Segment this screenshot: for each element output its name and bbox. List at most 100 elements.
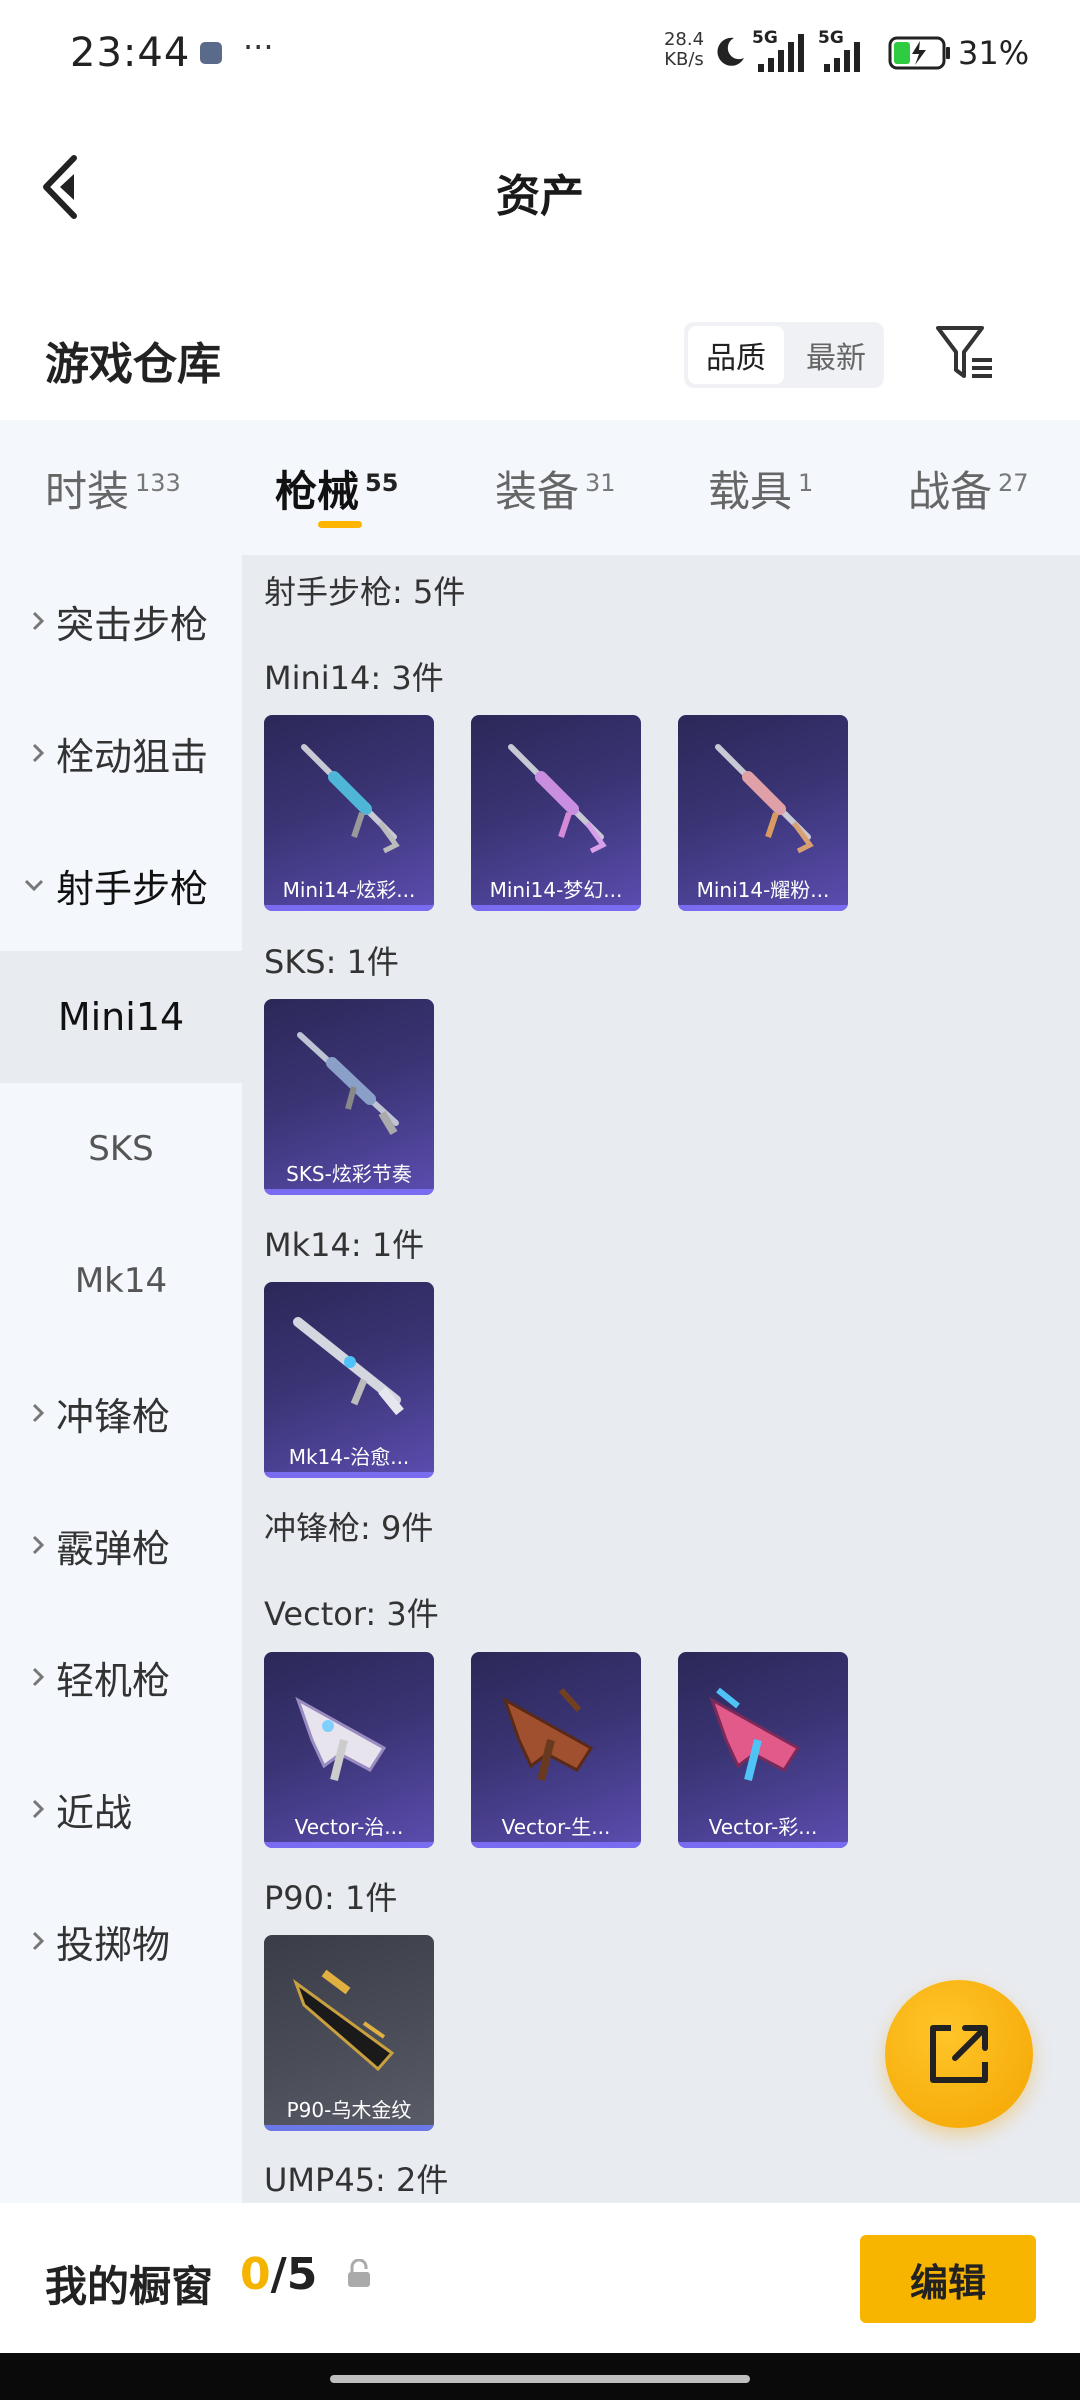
chevron-right-icon: [0, 609, 56, 633]
sidebar-item-label: 近战: [56, 1790, 133, 1835]
section-subheader: Vector: 3件: [264, 1595, 439, 1633]
app-notification-icon: [200, 42, 222, 64]
rarity-strip: [264, 1842, 434, 1848]
section-subheader: SKS: 1件: [264, 943, 399, 981]
rarity-strip: [264, 2125, 434, 2131]
rarity-strip: [264, 905, 434, 911]
item-card[interactable]: Vector-生...: [471, 1652, 641, 1848]
tab-label: 战备: [908, 467, 993, 516]
status-bar: 23:44 ··· 28.4 KB/s 5G 5G 31%: [0, 0, 1080, 110]
item-card[interactable]: Vector-彩...: [678, 1652, 848, 1848]
bottom-bar: 我的橱窗 0/5 编辑: [0, 2203, 1080, 2353]
rarity-strip: [678, 905, 848, 911]
page-header: 资产: [0, 110, 1080, 270]
category-tabs: 时装 133 枪械 55 装备 31 载具 1 战备 27: [0, 420, 1080, 555]
tab-vehicles[interactable]: 载具 1: [708, 458, 813, 519]
filter-icon[interactable]: [932, 318, 996, 388]
battery-charging-icon: [888, 36, 950, 70]
item-card[interactable]: Mini14-耀粉...: [678, 715, 848, 911]
item-card[interactable]: Mk14-治愈...: [264, 1282, 434, 1478]
lock-icon: [348, 2259, 370, 2287]
sidebar-item-bolt-sniper[interactable]: 栓动狙击: [0, 687, 242, 819]
sidebar-item-assault-rifle[interactable]: 突击步枪: [0, 555, 242, 687]
item-name: Mk14-治愈...: [288, 1445, 410, 1469]
tab-count: 27: [998, 469, 1029, 497]
share-icon: [930, 2025, 988, 2083]
chevron-right-icon: [0, 741, 56, 765]
window-count-current: 0: [240, 2249, 271, 2300]
tab-combat-prep[interactable]: 战备 27: [908, 458, 1029, 519]
my-window-label: 我的橱窗: [45, 2262, 214, 2311]
rarity-strip: [678, 1842, 848, 1848]
edit-button[interactable]: 编辑: [860, 2235, 1036, 2323]
section-subheader: P90: 1件: [264, 1879, 398, 1917]
item-name: Mini14-梦幻...: [489, 878, 623, 902]
sidebar-item-label: 射手步枪: [56, 866, 209, 911]
tab-label: 时装: [45, 467, 130, 516]
tab-fashion[interactable]: 时装 133: [45, 458, 181, 519]
active-tab-indicator: [318, 521, 362, 528]
chevron-right-icon: [0, 1533, 56, 1557]
sidebar-subitem-mini14[interactable]: Mini14: [0, 951, 242, 1083]
item-card[interactable]: P90-乌木金纹: [264, 1935, 434, 2131]
rifle-icon: [293, 1317, 404, 1416]
sidebar-item-marksman-rifle[interactable]: 射手步枪: [0, 819, 242, 951]
rifle-icon: [508, 744, 607, 854]
rifle-icon: [715, 744, 814, 854]
net-speed-value: 28.4: [663, 29, 705, 50]
tab-label: 枪械: [275, 467, 360, 516]
home-gesture-bar[interactable]: [330, 2375, 750, 2383]
sort-quality-button[interactable]: 品质: [688, 326, 784, 384]
section-subheader: Mini14: 3件: [264, 659, 444, 697]
sidebar-subitem-sks[interactable]: SKS: [0, 1083, 242, 1215]
net-speed-unit: KB/s: [664, 49, 704, 70]
item-card[interactable]: Vector-治...: [264, 1652, 434, 1848]
smg-icon: [292, 1969, 395, 2072]
status-time: 23:44: [70, 30, 191, 76]
share-button[interactable]: [885, 1980, 1033, 2128]
sidebar-item-throwables[interactable]: 投掷物: [0, 1875, 242, 2007]
item-name: Vector-治...: [294, 1815, 404, 1839]
sort-newest-button[interactable]: 最新: [788, 322, 884, 388]
window-count: 0/5: [240, 2249, 317, 2300]
chevron-right-icon: [0, 1665, 56, 1689]
tab-label: 载具: [708, 467, 793, 516]
item-card[interactable]: Mini14-梦幻...: [471, 715, 641, 911]
item-name: P90-乌木金纹: [286, 2098, 412, 2122]
tab-label: 装备: [495, 467, 580, 516]
section-subheader: UMP45: 2件: [264, 2161, 449, 2199]
sidebar-item-label: 霰弹枪: [56, 1526, 171, 1571]
sidebar-item-label: 轻机枪: [56, 1658, 171, 1703]
section-header: 冲锋枪: 9件: [264, 1509, 434, 1547]
item-name: Vector-生...: [501, 1815, 611, 1839]
tab-count: 55: [365, 469, 399, 497]
sidebar-subitem-mk14[interactable]: Mk14: [0, 1215, 242, 1347]
item-name: Mini14-炫彩...: [282, 878, 416, 902]
sidebar-item-shotgun[interactable]: 霰弹枪: [0, 1479, 242, 1611]
tab-count: 133: [135, 469, 181, 497]
tab-equipment[interactable]: 装备 31: [495, 458, 616, 519]
system-nav-bar: [0, 2353, 1080, 2400]
battery-percentage: 31%: [958, 34, 1030, 72]
item-card[interactable]: Mini14-炫彩...: [264, 715, 434, 911]
sidebar-item-melee[interactable]: 近战: [0, 1743, 242, 1875]
page-title: 资产: [496, 171, 584, 222]
sidebar-item-smg[interactable]: 冲锋枪: [0, 1347, 242, 1479]
tab-count: 1: [798, 469, 814, 497]
rarity-strip: [264, 1472, 434, 1478]
chevron-right-icon: [0, 1797, 56, 1821]
item-card[interactable]: SKS-炫彩节奏: [264, 999, 434, 1195]
item-grid-panel[interactable]: 射手步枪: 5件 Mini14: 3件 Mini14-炫彩... Mini14-…: [242, 555, 1080, 2203]
item-name: SKS-炫彩节奏: [286, 1162, 412, 1186]
sidebar: 突击步枪 栓动狙击 射手步枪 Mini14 SKS Mk14 冲锋枪 霰弹枪 轻…: [0, 555, 242, 2203]
section-header: 射手步枪: 5件: [264, 573, 466, 611]
tab-guns[interactable]: 枪械 55: [275, 458, 398, 519]
do-not-disturb-moon-icon: [717, 37, 744, 66]
section-subheader: Mk14: 1件: [264, 1226, 425, 1264]
sidebar-item-lmg[interactable]: 轻机枪: [0, 1611, 242, 1743]
signal-bars-1-icon: [758, 34, 804, 72]
net-speed: 28.4 KB/s: [662, 30, 706, 70]
sidebar-item-label: 冲锋枪: [56, 1394, 171, 1439]
rifle-icon: [297, 1032, 399, 1136]
item-name: Mini14-耀粉...: [696, 878, 830, 902]
